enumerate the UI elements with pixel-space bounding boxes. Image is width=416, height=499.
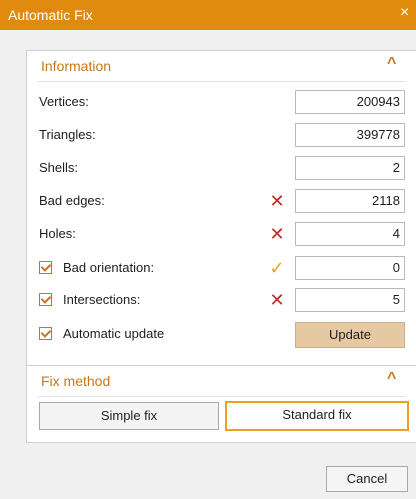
standard-fix-button[interactable]: Standard fix xyxy=(225,401,409,431)
error-x-icon: ✕ xyxy=(269,191,285,211)
check-ok-icon: ✓ xyxy=(269,258,285,278)
window-title: Automatic Fix xyxy=(8,7,93,23)
fix-method-header[interactable]: Fix method ^ xyxy=(27,366,416,396)
intersections-label: Intersections: xyxy=(63,292,141,307)
info-row-holes: Holes: ✕ 4 xyxy=(27,222,416,246)
triangles-label: Triangles: xyxy=(39,127,96,142)
info-row-shells: Shells: 2 xyxy=(27,156,416,180)
holes-label: Holes: xyxy=(39,226,76,241)
info-row-bad-orientation: Bad orientation: ✓ 0 xyxy=(27,256,416,280)
bad-edges-label: Bad edges: xyxy=(39,193,105,208)
update-button[interactable]: Update xyxy=(295,322,405,348)
automatic-update-checkbox[interactable] xyxy=(39,327,52,340)
cancel-button[interactable]: Cancel xyxy=(326,466,408,492)
info-row-intersections: Intersections: ✕ 5 xyxy=(27,288,416,312)
bad-orientation-value: 0 xyxy=(295,256,405,280)
error-x-icon: ✕ xyxy=(269,290,285,310)
triangles-value: 399778 xyxy=(295,123,405,147)
information-header[interactable]: Information ^ xyxy=(27,51,416,81)
bad-orientation-checkbox[interactable] xyxy=(39,261,52,274)
info-row-bad-edges: Bad edges: ✕ 2118 xyxy=(27,189,416,213)
info-row-vertices: Vertices: 200943 xyxy=(27,90,416,114)
bad-orientation-label: Bad orientation: xyxy=(63,260,155,275)
bad-edges-value: 2118 xyxy=(295,189,405,213)
close-icon[interactable]: × xyxy=(400,4,409,22)
information-panel: Information ^ Vertices: 200943 Triangles… xyxy=(26,50,416,383)
collapse-icon[interactable]: ^ xyxy=(387,370,396,388)
automatic-update-row: Automatic update Update xyxy=(27,322,416,348)
fix-method-panel: Fix method ^ Simple fix Standard fix xyxy=(26,365,416,443)
collapse-icon[interactable]: ^ xyxy=(387,55,396,73)
vertices-value: 200943 xyxy=(295,90,405,114)
title-bar: Automatic Fix × xyxy=(0,0,416,30)
simple-fix-button[interactable]: Simple fix xyxy=(39,402,219,430)
divider xyxy=(37,81,406,82)
automatic-update-label: Automatic update xyxy=(63,326,165,341)
vertices-label: Vertices: xyxy=(39,94,89,109)
shells-value: 2 xyxy=(295,156,405,180)
error-x-icon: ✕ xyxy=(269,224,285,244)
intersections-value: 5 xyxy=(295,288,405,312)
fix-method-title: Fix method xyxy=(41,373,111,389)
divider xyxy=(37,396,406,397)
intersections-checkbox[interactable] xyxy=(39,293,52,306)
information-title: Information xyxy=(41,58,112,74)
shells-label: Shells: xyxy=(39,160,79,175)
info-row-triangles: Triangles: 399778 xyxy=(27,123,416,147)
holes-value: 4 xyxy=(295,222,405,246)
